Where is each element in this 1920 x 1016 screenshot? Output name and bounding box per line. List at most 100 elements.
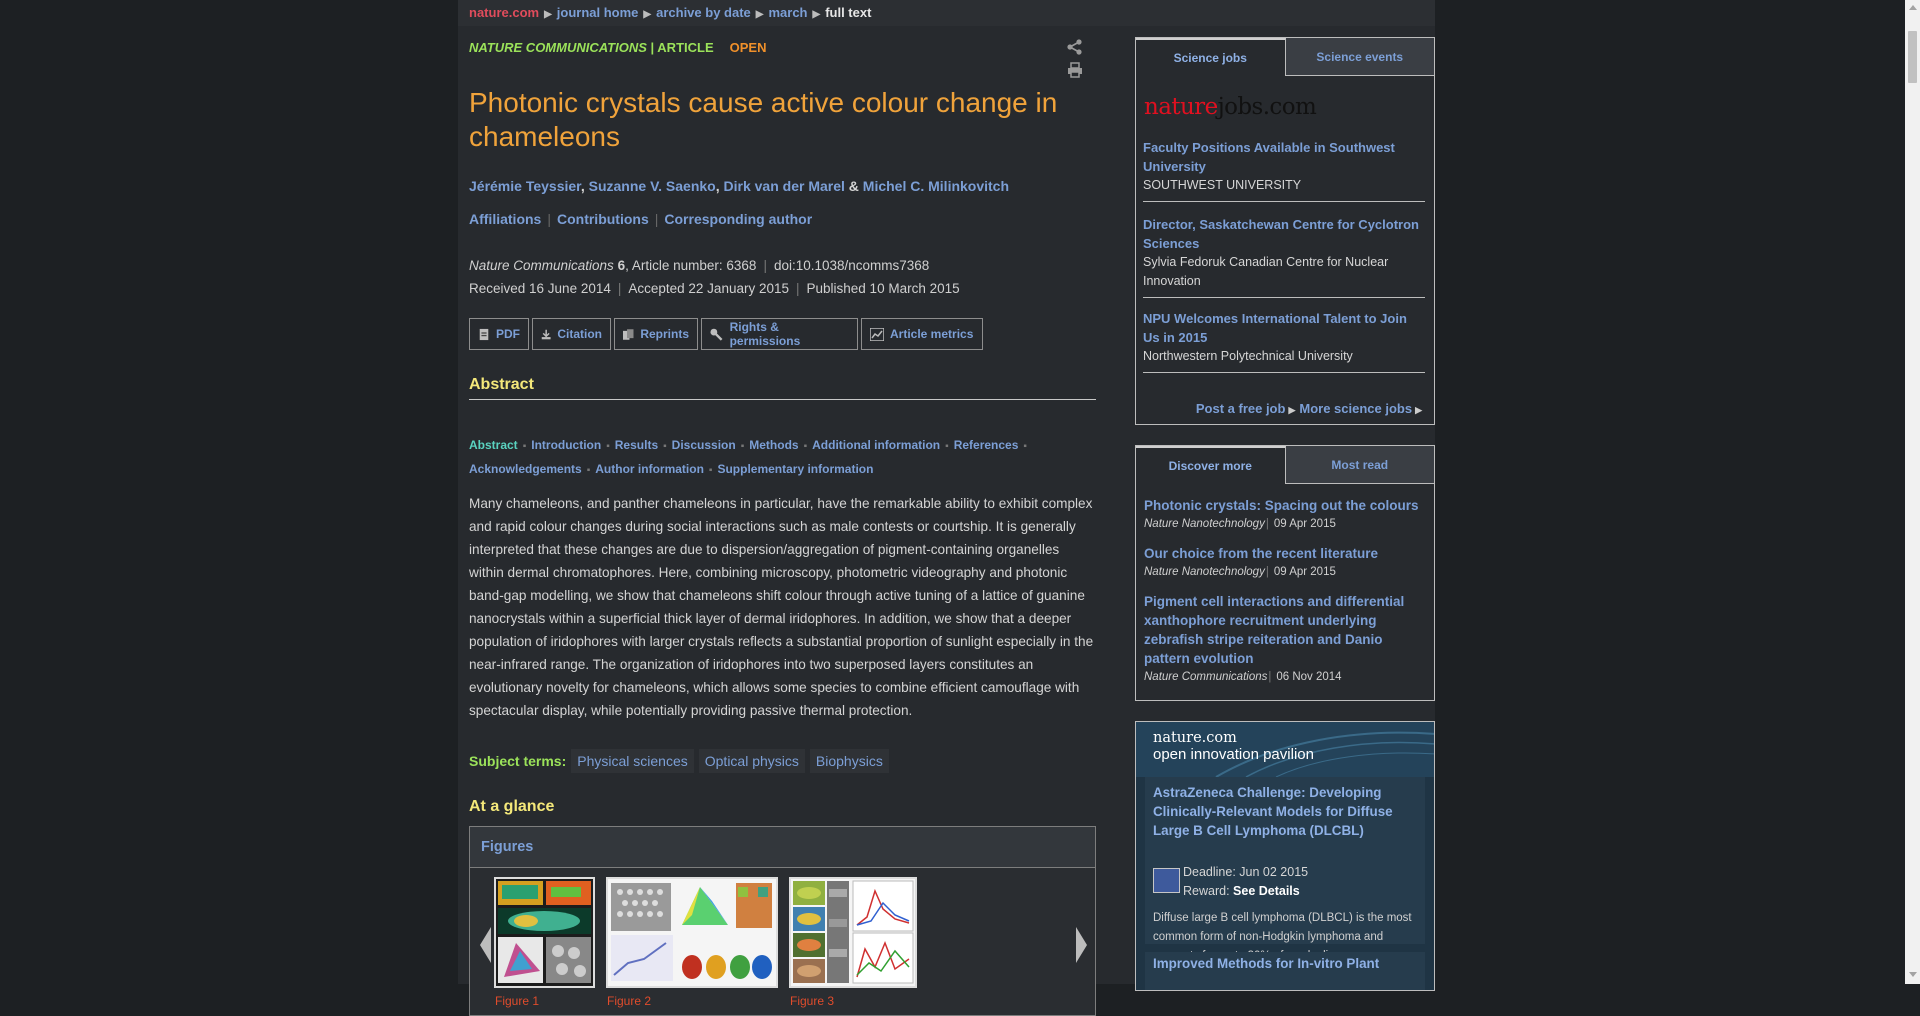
section-link-discussion[interactable]: Discussion	[672, 438, 736, 452]
challenge-card: AstraZeneca Challenge: Developing Clinic…	[1145, 777, 1425, 962]
related-article-link[interactable]: Photonic crystals: Spacing out the colou…	[1144, 496, 1429, 515]
carousel-prev-icon[interactable]	[480, 927, 491, 963]
naturejobs-logo[interactable]: naturejobs.com	[1144, 94, 1317, 120]
rights-permissions-button[interactable]: Rights & permissions	[701, 318, 858, 350]
pdf-icon	[479, 328, 489, 340]
affiliations-link[interactable]: Affiliations	[469, 211, 541, 227]
reprints-icon	[623, 328, 634, 340]
post-free-job-link[interactable]: Post a free job	[1196, 401, 1286, 416]
related-article-date: 06 Nov 2014	[1276, 671, 1342, 683]
figure-caption[interactable]: Figure 3	[790, 994, 834, 1008]
section-link-introduction[interactable]: Introduction	[531, 438, 601, 452]
section-link-author-information[interactable]: Author information	[595, 462, 704, 476]
challenge-card: Improved Methods for In-vitro Plant	[1145, 952, 1425, 990]
related-article-date: 09 Apr 2015	[1273, 566, 1336, 578]
print-icon[interactable]	[1066, 61, 1084, 79]
journal-italic: Nature Communications	[469, 258, 614, 273]
download-icon	[541, 329, 551, 339]
breadcrumb-march[interactable]: march	[768, 5, 807, 20]
journal-name[interactable]: NATURE COMMUNICATIONS	[469, 40, 647, 55]
open-innovation-pavilion: nature.com open innovation pavilion Astr…	[1135, 721, 1435, 991]
section-link-references[interactable]: References	[954, 438, 1019, 452]
breadcrumb-journal-home[interactable]: journal home	[557, 5, 639, 20]
figure-caption[interactable]: Figure 1	[495, 994, 539, 1008]
corresponding-author-link[interactable]: Corresponding author	[664, 211, 812, 227]
scroll-up-icon[interactable]	[1909, 5, 1917, 10]
tab-discover-more[interactable]: Discover more	[1136, 446, 1286, 484]
figure-thumbnail[interactable]	[606, 877, 778, 988]
published-date: Published 10 March 2015	[806, 281, 960, 296]
pdf-button[interactable]: PDF	[469, 318, 529, 350]
job-title-link[interactable]: NPU Welcomes International Talent to Joi…	[1143, 309, 1425, 347]
breadcrumb-arrow-icon: ▶	[643, 9, 652, 20]
article-metrics-button[interactable]: Article metrics	[861, 318, 983, 350]
doi: doi:10.1038/ncomms7368	[773, 258, 930, 273]
sponsor-logo-icon	[1153, 868, 1180, 893]
breadcrumb-archive[interactable]: archive by date	[656, 5, 751, 20]
figure-thumbnail[interactable]	[494, 877, 595, 988]
job-listing: Director, Saskatchewan Centre for Cyclot…	[1143, 215, 1425, 298]
subject-tag[interactable]: Physical sciences	[571, 749, 694, 773]
subject-terms-label: Subject terms:	[469, 753, 567, 769]
vertical-scrollbar[interactable]	[1905, 0, 1920, 984]
subject-terms: Subject terms: Physical sciences Optical…	[469, 749, 889, 773]
article-actions: PDF Citation Reprints Rights & permissio…	[469, 318, 983, 350]
figures-carousel: Figures Figure 1 Figure 2 Figure 3	[469, 826, 1096, 1016]
author-link[interactable]: Suzanne V. Saenko	[589, 178, 716, 194]
figure-thumbnail[interactable]	[789, 877, 917, 988]
challenge-title-link[interactable]: Improved Methods for In-vitro Plant	[1153, 956, 1379, 971]
related-article: Photonic crystals: Spacing out the colou…	[1144, 496, 1429, 533]
discover-more-panel: Discover more Most read Photonic crystal…	[1135, 445, 1435, 701]
related-article-link[interactable]: Pigment cell interactions and differenti…	[1144, 592, 1429, 668]
subject-tag[interactable]: Optical physics	[698, 749, 805, 773]
section-link-methods[interactable]: Methods	[749, 438, 798, 452]
received-date: Received 16 June 2014	[469, 281, 611, 296]
accepted-date: Accepted 22 January 2015	[628, 281, 789, 296]
figures-heading: Figures	[481, 839, 534, 855]
see-details-link[interactable]: See Details	[1233, 884, 1300, 898]
figure-caption[interactable]: Figure 2	[607, 994, 651, 1008]
breadcrumb-arrow-icon: ▶	[544, 9, 552, 20]
job-listing: NPU Welcomes International Talent to Joi…	[1143, 309, 1425, 373]
subject-tag[interactable]: Biophysics	[809, 749, 889, 773]
job-listing: Faculty Positions Available in Southwest…	[1143, 138, 1425, 202]
reprints-button[interactable]: Reprints	[614, 318, 698, 350]
author-link[interactable]: Michel C. Milinkovitch	[863, 178, 1009, 194]
related-article-link[interactable]: Our choice from the recent literature	[1144, 544, 1429, 563]
job-title-link[interactable]: Director, Saskatchewan Centre for Cyclot…	[1143, 215, 1425, 253]
tab-science-events[interactable]: Science events	[1285, 38, 1434, 76]
breadcrumb-arrow-icon: ▶	[755, 9, 764, 20]
reward-label: Reward:	[1183, 884, 1230, 898]
related-article: Pigment cell interactions and differenti…	[1144, 592, 1429, 686]
author-list: Jérémie Teyssier, Suzanne V. Saenko, Dir…	[469, 178, 1010, 194]
scrollbar-thumb[interactable]	[1908, 31, 1917, 83]
challenge-deadline: Deadline: Jun 02 2015	[1183, 865, 1309, 879]
tab-most-read[interactable]: Most read	[1285, 446, 1434, 484]
jobs-footer: Post a free job ▶ More science jobs ▶	[1196, 401, 1426, 416]
wrench-icon	[710, 328, 723, 341]
author-link[interactable]: Jérémie Teyssier	[469, 178, 581, 194]
section-navigation: Abstract ▪ Introduction ▪ Results ▪ Discussion…	[469, 438, 1027, 476]
author-link[interactable]: Dirk van der Marel	[724, 178, 845, 194]
citation-button[interactable]: Citation	[532, 318, 611, 350]
article-tools	[1057, 38, 1096, 84]
scroll-down-icon[interactable]	[1909, 972, 1917, 977]
contributions-link[interactable]: Contributions	[557, 211, 649, 227]
job-employer: SOUTHWEST UNIVERSITY	[1143, 178, 1302, 192]
share-icon[interactable]	[1066, 38, 1084, 56]
related-article-journal: Nature Communications	[1144, 671, 1268, 683]
section-link-abstract[interactable]: Abstract	[469, 438, 518, 452]
arrow-right-icon: ▶	[1415, 405, 1422, 415]
section-link-results[interactable]: Results	[615, 438, 658, 452]
section-link-acknowledgements[interactable]: Acknowledgements	[469, 462, 582, 476]
job-title-link[interactable]: Faculty Positions Available in Southwest…	[1143, 138, 1425, 176]
breadcrumb-arrow-icon: ▶	[812, 9, 821, 20]
more-science-jobs-link[interactable]: More science jobs	[1299, 401, 1412, 416]
carousel-next-icon[interactable]	[1076, 927, 1087, 963]
breadcrumb-nature-home[interactable]: nature.com	[469, 5, 539, 20]
section-link-supplementary-information[interactable]: Supplementary information	[717, 462, 873, 476]
section-link-additional-information[interactable]: Additional information	[812, 438, 940, 452]
challenge-title-link[interactable]: AstraZeneca Challenge: Developing Clinic…	[1153, 783, 1415, 840]
breadcrumb-current: full text	[825, 5, 872, 20]
tab-science-jobs[interactable]: Science jobs	[1136, 38, 1286, 76]
